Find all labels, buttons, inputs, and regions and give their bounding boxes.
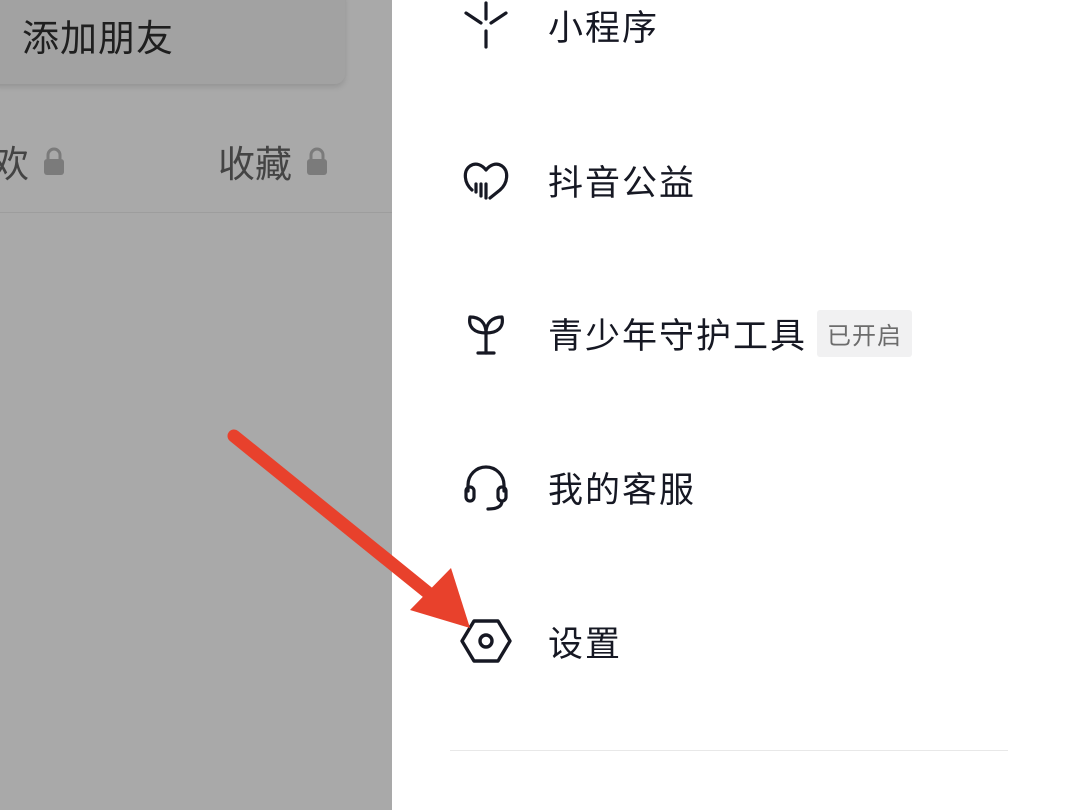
side-drawer-menu: 小程序 抖音公益 青少年守护工具 已开启 我的客服 设置	[392, 0, 1080, 810]
menu-item-customer-service[interactable]: 我的客服	[458, 452, 696, 522]
tab-divider	[0, 212, 392, 213]
menu-item-label: 我的客服	[548, 470, 697, 511]
lock-icon	[307, 147, 327, 175]
lock-icon	[44, 147, 64, 175]
menu-item-settings[interactable]: 设置	[458, 606, 622, 676]
add-friend-label: 添加朋友	[22, 17, 174, 60]
menu-item-youth-protection[interactable]: 青少年守护工具 已开启	[458, 298, 913, 368]
tab-likes[interactable]: 欢	[0, 138, 65, 186]
menu-item-label: 青少年守护工具	[548, 316, 808, 357]
menu-item-charity[interactable]: 抖音公益	[458, 145, 696, 215]
status-badge: 已开启	[817, 309, 913, 357]
headset-icon	[458, 459, 514, 515]
tab-likes-label: 欢	[0, 143, 29, 186]
sprout-icon	[458, 305, 514, 361]
menu-item-label: 抖音公益	[548, 163, 697, 204]
menu-item-label: 小程序	[548, 8, 660, 49]
menu-item-label: 设置	[548, 624, 623, 665]
drawer-divider	[450, 750, 1008, 751]
dimmed-profile-overlay[interactable]: 添加朋友 欢 收藏	[0, 0, 392, 810]
add-friend-button[interactable]: 添加朋友	[0, 0, 345, 84]
menu-item-mini-program[interactable]: 小程序	[458, 0, 659, 60]
tab-collections-label: 收藏	[218, 143, 292, 186]
mini-program-icon	[458, 0, 514, 53]
tab-collections[interactable]: 收藏	[218, 138, 328, 186]
charity-heart-icon	[458, 152, 514, 208]
hexagon-settings-icon	[458, 613, 514, 669]
